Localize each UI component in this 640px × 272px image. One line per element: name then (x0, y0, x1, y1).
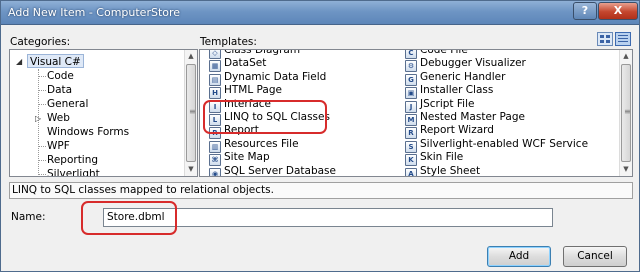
scroll-thumb[interactable]: ≡ (621, 64, 631, 162)
name-label: Name: (11, 211, 46, 223)
template-item-label: Style Sheet (420, 164, 481, 177)
small-icons-view-button[interactable] (615, 32, 631, 46)
tree-item-code[interactable]: Code (47, 69, 74, 83)
templates-list[interactable]: ◇ Class Diagram ▦ DataSet ▤ Dynamic Data Fiel… (199, 49, 633, 177)
template-item-label: Nested Master Page (420, 111, 525, 123)
name-input[interactable]: Store.dbml (103, 208, 553, 227)
tree-item-data[interactable]: Data (47, 83, 72, 97)
template-item-label: Class Diagram (224, 49, 301, 56)
close-button[interactable]: X (598, 2, 638, 20)
template-item[interactable]: ▥ Resources File (209, 137, 299, 153)
template-item[interactable]: H HTML Page (209, 83, 282, 100)
tree-item-windows-forms[interactable]: Windows Forms (47, 125, 129, 139)
template-item-label: HTML Page (224, 84, 282, 97)
template-item[interactable]: R Report (209, 123, 259, 140)
scroll-thumb[interactable]: ≡ (186, 64, 196, 162)
categories-scrollbar[interactable]: ▲ ≡ ▼ (184, 50, 197, 176)
template-item-label: Report Wizard (420, 124, 494, 137)
template-item-label: SQL Server Database (224, 164, 336, 177)
template-item[interactable]: ⚙ Debugger Visualizer (405, 56, 526, 73)
scroll-down-arrow-icon[interactable]: ▼ (620, 163, 632, 176)
template-item-label: Skin File (420, 151, 464, 164)
tree-item-reporting[interactable]: Reporting (47, 153, 98, 167)
template-item-label: Silverlight-enabled WCF Service (420, 137, 589, 150)
template-item[interactable]: S Silverlight-enabled WCF Service (405, 137, 589, 153)
tree-item-silverlight[interactable]: Silverlight (47, 167, 100, 176)
collapse-arrow-icon[interactable]: ◢ (16, 57, 22, 66)
template-item-label: Interface (224, 97, 272, 110)
template-item[interactable]: L LINQ to SQL Classes (209, 110, 330, 126)
scroll-down-arrow-icon[interactable]: ▼ (185, 163, 197, 176)
template-item-label: Resources File (224, 137, 299, 150)
template-item-label: Code File (420, 49, 468, 56)
template-item-label: Debugger Visualizer (420, 57, 526, 70)
template-item[interactable]: ▤ Dynamic Data Field (209, 70, 327, 86)
template-item-label: Dynamic Data Field (224, 70, 327, 83)
template-item[interactable]: R Report Wizard (405, 123, 494, 140)
template-item[interactable]: ◉ SQL Server Database (209, 164, 336, 177)
template-item[interactable]: I Interface (209, 97, 272, 113)
tree-item-visual-csharp[interactable]: Visual C# (27, 54, 84, 68)
template-item[interactable]: K Skin File (405, 150, 464, 167)
cancel-button[interactable]: Cancel (563, 246, 627, 267)
templates-label: Templates: (200, 36, 257, 48)
tree-item-wpf[interactable]: WPF (47, 139, 70, 153)
template-item-label: Generic Handler (420, 70, 506, 83)
help-button[interactable]: ? (573, 2, 597, 20)
template-item[interactable]: M Nested Master Page (405, 110, 525, 126)
scroll-up-arrow-icon[interactable]: ▲ (185, 50, 197, 63)
template-item-label: JScript File (420, 97, 475, 110)
template-item[interactable]: ▣ Installer Class (405, 83, 494, 100)
categories-tree[interactable]: ◢ Visual C# Code Data General ▷ Web Wind… (9, 49, 198, 177)
add-new-item-dialog: Add New Item - ComputerStore ? X Categor… (0, 0, 640, 272)
template-item[interactable]: ▦ DataSet (209, 56, 267, 73)
expand-arrow-icon[interactable]: ▷ (35, 114, 41, 123)
template-item-label: Installer Class (420, 84, 494, 97)
sql-server-database-icon: ◉ (209, 167, 221, 176)
tree-item-general[interactable]: General (47, 97, 88, 111)
template-item[interactable]: ⌘ Site Map (209, 150, 270, 167)
template-item-label: LINQ to SQL Classes (224, 111, 330, 123)
template-item[interactable]: A Style Sheet (405, 164, 481, 177)
add-button[interactable]: Add (487, 246, 551, 267)
style-sheet-icon: A (405, 167, 417, 176)
template-item[interactable]: G Generic Handler (405, 70, 506, 86)
tree-item-web[interactable]: Web (47, 111, 70, 125)
categories-label: Categories: (10, 36, 71, 48)
title-bar[interactable]: Add New Item - ComputerStore ? X (1, 1, 639, 25)
template-item-label: DataSet (224, 57, 267, 70)
large-icons-view-button[interactable] (597, 32, 613, 46)
template-item[interactable]: J JScript File (405, 97, 475, 113)
templates-scrollbar[interactable]: ▲ ≡ ▼ (619, 50, 632, 176)
template-item-label: Site Map (224, 151, 270, 164)
template-description: LINQ to SQL classes mapped to relational… (9, 182, 633, 199)
window-title: Add New Item - ComputerStore (8, 6, 181, 19)
template-item-label: Report (224, 124, 259, 137)
scroll-up-arrow-icon[interactable]: ▲ (620, 50, 632, 63)
